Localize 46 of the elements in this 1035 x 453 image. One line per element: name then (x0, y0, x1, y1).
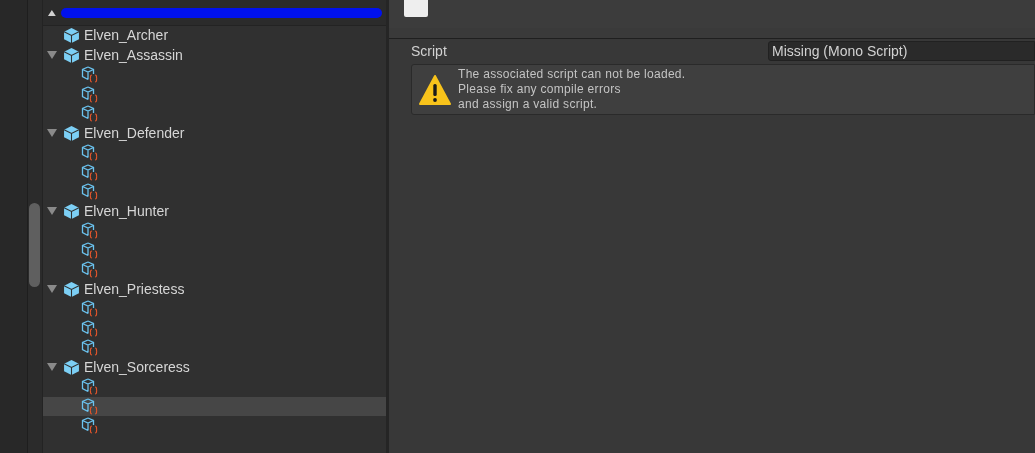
tree-row[interactable]: Elven_Assassin (43, 45, 386, 65)
prefab-variant-icon (81, 417, 98, 435)
expanded-arrow-icon[interactable] (47, 206, 57, 216)
scrollbar-thumb[interactable] (29, 203, 40, 287)
prefab-variant-icon (81, 319, 98, 337)
prefab-cube-icon (63, 280, 80, 298)
prefab-variant-icon (81, 183, 98, 201)
prefab-label: Elven_Assassin (84, 45, 183, 65)
tree-row[interactable]: Elven_Sorceress (43, 357, 386, 377)
prefab-cube-icon (63, 124, 80, 142)
warning-message: The associated script can not be loaded. Please fix any compile errors and assign a valid script. (458, 67, 686, 112)
prefab-label: Elven_Priestess (84, 279, 185, 299)
prefab-variant-icon (81, 397, 98, 415)
prefab-variant-icon (81, 66, 98, 84)
tree-row[interactable]: Elven_Priestess (43, 279, 386, 299)
up-arrow-icon[interactable] (47, 8, 57, 17)
expanded-arrow-icon[interactable] (47, 50, 57, 60)
tree-row[interactable]: Elven_Archer (43, 26, 386, 46)
prefab-variant-icon (81, 144, 98, 162)
tree-row[interactable] (43, 396, 386, 416)
prefab-cube-icon (63, 46, 80, 64)
warning-icon (419, 73, 451, 106)
prefab-variant-icon (81, 300, 98, 318)
prefab-variant-icon (81, 163, 98, 181)
tree-row[interactable]: Elven_Hunter (43, 201, 386, 221)
prefab-variant-icon (81, 241, 98, 259)
expanded-arrow-icon[interactable] (47, 284, 57, 294)
prefab-variant-icon (81, 339, 98, 357)
object-field[interactable]: Missing (Mono Script) (768, 41, 1035, 61)
prefab-label: Elven_Defender (84, 123, 185, 143)
prefab-label: Elven_Sorceress (84, 357, 190, 377)
prefab-variant-icon (81, 261, 98, 279)
prefab-variant-icon (81, 378, 98, 396)
expanded-arrow-icon[interactable] (47, 128, 57, 138)
prefab-cube-icon (63, 202, 80, 220)
expanded-arrow-icon[interactable] (47, 362, 57, 372)
prefab-cube-icon (63, 358, 80, 376)
prefab-variant-icon (81, 85, 98, 103)
prefab-label: Elven_Hunter (84, 201, 169, 221)
prefab-variant-icon (81, 105, 98, 123)
tree-row[interactable]: Elven_Defender (43, 123, 386, 143)
asset-preview-icon (404, 0, 428, 17)
prefab-cube-icon (63, 27, 80, 45)
prefab-variant-icon (81, 222, 98, 240)
prefab-label: Elven_Archer (84, 26, 169, 46)
field-label: Script (411, 41, 448, 61)
